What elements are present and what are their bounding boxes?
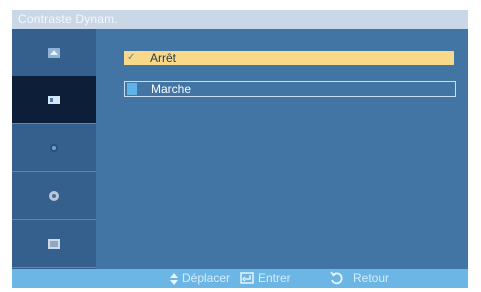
osd-window: Contraste Dynam. ✓ Arrêt Marche Déplacer…	[12, 10, 468, 288]
option-arret[interactable]: ✓ Arrêt	[124, 51, 454, 65]
footer-enter-label: Entrer	[258, 271, 291, 285]
page-title: Contraste Dynam.	[18, 12, 118, 26]
sound-icon	[48, 95, 60, 104]
picture-icon	[48, 47, 60, 58]
option-marche[interactable]: Marche	[124, 81, 456, 97]
footer-move-label: Déplacer	[182, 271, 231, 285]
sidebar-item-picture[interactable]	[12, 29, 96, 77]
enter-icon	[240, 272, 254, 284]
footer-hint-bar: Déplacer Entrer Retour	[12, 269, 468, 288]
option-marker	[127, 83, 137, 95]
checkmark-icon: ✓	[127, 52, 136, 63]
footer-return-label: Retour	[353, 271, 390, 285]
title-bar: Contraste Dynam.	[12, 10, 468, 29]
sidebar-item-source[interactable]	[12, 220, 96, 268]
move-arrows-icon	[170, 273, 178, 285]
multi-control-icon	[49, 190, 59, 201]
sidebar-item-setup[interactable]	[12, 124, 96, 172]
return-icon	[330, 271, 343, 285]
source-icon	[48, 238, 60, 249]
option-label: Marche	[151, 82, 192, 96]
option-label: Arrêt	[150, 51, 177, 65]
sidebar	[12, 29, 96, 269]
sidebar-item-multi-control[interactable]	[12, 172, 96, 220]
setup-icon	[50, 143, 58, 152]
sidebar-item-sound[interactable]	[12, 76, 96, 124]
